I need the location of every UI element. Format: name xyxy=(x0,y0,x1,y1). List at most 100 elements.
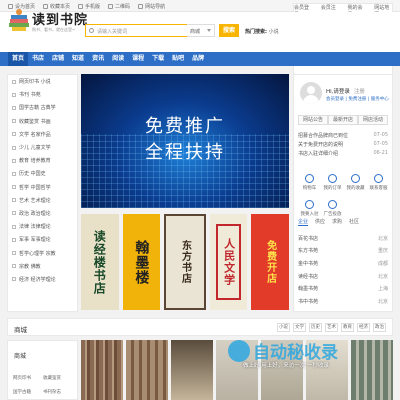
section-pill[interactable]: 教育 xyxy=(341,323,354,332)
top-link[interactable]: 二维码 xyxy=(108,3,130,10)
nav-item[interactable]: 课程 xyxy=(128,52,148,66)
store-card[interactable]: 免费开店 xyxy=(251,214,289,310)
login-prompt[interactable]: Hi,请登录 xyxy=(326,89,350,95)
member-links[interactable]: 会员登录 | 免费注册 | 服务中心 xyxy=(326,96,389,102)
news-item[interactable]: 书店入驻详细介绍 06-21 xyxy=(298,150,388,159)
nav-item[interactable]: 下载 xyxy=(148,52,168,66)
product-image[interactable] xyxy=(126,340,168,400)
hero-banner[interactable]: 免费推广 全程扶持 xyxy=(81,74,289,208)
nav-item[interactable]: 知道 xyxy=(68,52,88,66)
store-card[interactable]: 人民文学 xyxy=(209,214,248,310)
logo-book-icon[interactable] xyxy=(8,7,30,33)
sidebar-item[interactable]: 历史 中国史 xyxy=(8,167,77,180)
directory-row[interactable]: 翰墨书苑 上海 xyxy=(298,282,388,295)
product-image[interactable] xyxy=(81,340,123,400)
search-category-select[interactable]: 商城 xyxy=(187,24,215,37)
nav-item[interactable]: 书店 xyxy=(28,52,48,66)
sidebar-item[interactable]: 教育 培养教育 xyxy=(8,154,77,167)
directory-city: 北京 xyxy=(377,273,388,280)
service-icon xyxy=(374,174,383,183)
directory-name: 金中书苑 xyxy=(298,260,319,267)
directory-city: 重庆 xyxy=(377,248,388,255)
sidebar-item[interactable]: 法律 法律理论 xyxy=(8,220,77,233)
directory-row[interactable]: 东方书苑 重庆 xyxy=(298,245,388,258)
directory-row[interactable]: 读经书店 北京 xyxy=(298,270,388,283)
quick-link[interactable]: 购物车 xyxy=(298,174,321,200)
notice-tab[interactable]: 最新开店 xyxy=(328,115,358,125)
sidebar-item[interactable]: 政治 政治理论 xyxy=(8,207,77,220)
sidebar-item[interactable]: 书刊 书苑 xyxy=(8,88,77,101)
sidebar-item[interactable]: 国学古籍 古典学 xyxy=(8,101,77,114)
section-box-link[interactable]: 书刊杂志 xyxy=(43,389,73,395)
category-icon xyxy=(12,145,16,150)
directory-tab[interactable]: 企业 xyxy=(298,218,309,226)
news-list: 招募合作品牌商已到位 07-05 关于免费开店的说明 07-05 书店入驻详细介绍 06-… xyxy=(298,132,388,159)
banner-line1: 免费推广 xyxy=(145,116,225,137)
section-pill[interactable]: 政治 xyxy=(373,323,386,332)
store-card[interactable]: 读经楼书店 xyxy=(81,214,119,310)
section-box-link[interactable]: 收藏鉴赏 xyxy=(43,375,73,381)
sidebar-item[interactable]: 宗教 佛教 xyxy=(8,260,77,273)
section-pill[interactable]: 小说 xyxy=(277,323,290,332)
directory-tab[interactable]: 求购 xyxy=(332,218,342,226)
product-image[interactable] xyxy=(171,340,213,400)
quick-link[interactable]: 我的收藏 xyxy=(344,174,367,200)
sidebar-item-label: 经济 经济学理论 xyxy=(19,276,56,283)
sidebar-item-label: 收藏鉴赏 书画 xyxy=(19,118,51,125)
hot-search-term[interactable]: 小说 xyxy=(269,29,279,35)
directory-city: 北京 xyxy=(377,298,388,305)
quick-link[interactable]: 联系客服 xyxy=(367,174,390,200)
directory-list: 百花书店 北京 东方书苑 重庆 金中书苑 成都 读经书店 北京 翰墨书苑 上海 书中书苑 北京 xyxy=(298,232,388,308)
sidebar-item[interactable]: 经济 经济学理论 xyxy=(8,273,77,286)
nav-item[interactable]: 店铺 xyxy=(48,52,68,66)
news-item[interactable]: 招募合作品牌商已到位 07-05 xyxy=(298,132,388,141)
quick-link-label: 购物车 xyxy=(302,186,317,191)
section-box-link[interactable]: 国学古籍 xyxy=(13,389,43,395)
news-item[interactable]: 关于免费开店的说明 07-05 xyxy=(298,141,388,150)
nav-item[interactable]: 资讯 xyxy=(88,52,108,66)
section-pill[interactable]: 艺术 xyxy=(325,323,338,332)
sidebar-item[interactable]: 少儿 儿童文学 xyxy=(8,141,77,154)
product-image[interactable] xyxy=(351,340,393,400)
store-card-title: 翰墨楼 xyxy=(133,239,150,285)
sidebar-item[interactable]: 文学 名家作品 xyxy=(8,128,77,141)
nav-item[interactable]: 贴吧 xyxy=(168,52,188,66)
store-card[interactable]: 翰墨楼 xyxy=(122,214,161,310)
notice-tab[interactable]: 网站公告 xyxy=(298,115,328,125)
section-title: 商城 xyxy=(14,326,27,334)
store-card[interactable]: 东方书店 xyxy=(164,214,206,310)
nav-item[interactable]: 品牌 xyxy=(188,52,208,66)
directory-tab[interactable]: 供应 xyxy=(315,218,325,226)
section-pill[interactable]: 历史 xyxy=(309,323,322,332)
section-pill[interactable]: 经济 xyxy=(357,323,370,332)
logo-subtitle: 购书、看书，就在这里~ xyxy=(32,27,76,32)
notice-tab[interactable]: 网店活动 xyxy=(358,115,388,125)
sidebar-item-label: 网页印书 小说 xyxy=(19,79,51,86)
watermark: 自动秘收录 xyxy=(228,338,338,363)
sidebar-item[interactable]: 艺术 艺术理论 xyxy=(8,194,77,207)
sidebar-item[interactable]: 哲学心理学 宗教 xyxy=(8,246,77,259)
top-link[interactable]: 网站导航 xyxy=(138,3,165,10)
avatar[interactable] xyxy=(300,82,322,104)
register-link[interactable]: 注册 xyxy=(354,89,365,95)
sidebar-item[interactable]: 哲学 中国哲学 xyxy=(8,181,77,194)
sidebar-item[interactable]: 军事 军事理论 xyxy=(8,233,77,246)
category-sidebar: 网页印书 小说书刊 书苑 国学古籍 古典学收藏鉴赏 书画文学 名家作品 少儿 儿童文… xyxy=(7,74,78,312)
nav-item[interactable]: 首页 xyxy=(8,52,29,66)
directory-row[interactable]: 百花书店 北京 xyxy=(298,232,388,245)
directory-row[interactable]: 书中书苑 北京 xyxy=(298,295,388,308)
sidebar-item[interactable]: 收藏鉴赏 书画 xyxy=(8,115,77,128)
notice-tabs: 网站公告 最新开店 网店活动 xyxy=(298,115,388,125)
news-date: 07-05 xyxy=(373,141,388,147)
logo-title[interactable]: 读到书院 xyxy=(32,9,88,28)
order-icon xyxy=(328,174,337,183)
category-icon xyxy=(12,251,16,256)
quick-link[interactable]: 我的订单 xyxy=(321,174,344,200)
search-button[interactable]: 搜索 xyxy=(219,24,239,37)
directory-tab[interactable]: 社区 xyxy=(349,218,359,226)
directory-row[interactable]: 金中书苑 成都 xyxy=(298,257,388,270)
sidebar-item[interactable]: 网页印书 小说 xyxy=(8,75,77,88)
section-box-link[interactable]: 网页印书 xyxy=(13,375,43,381)
nav-item[interactable]: 阅读 xyxy=(108,52,128,66)
section-pill[interactable]: 文学 xyxy=(293,323,306,332)
